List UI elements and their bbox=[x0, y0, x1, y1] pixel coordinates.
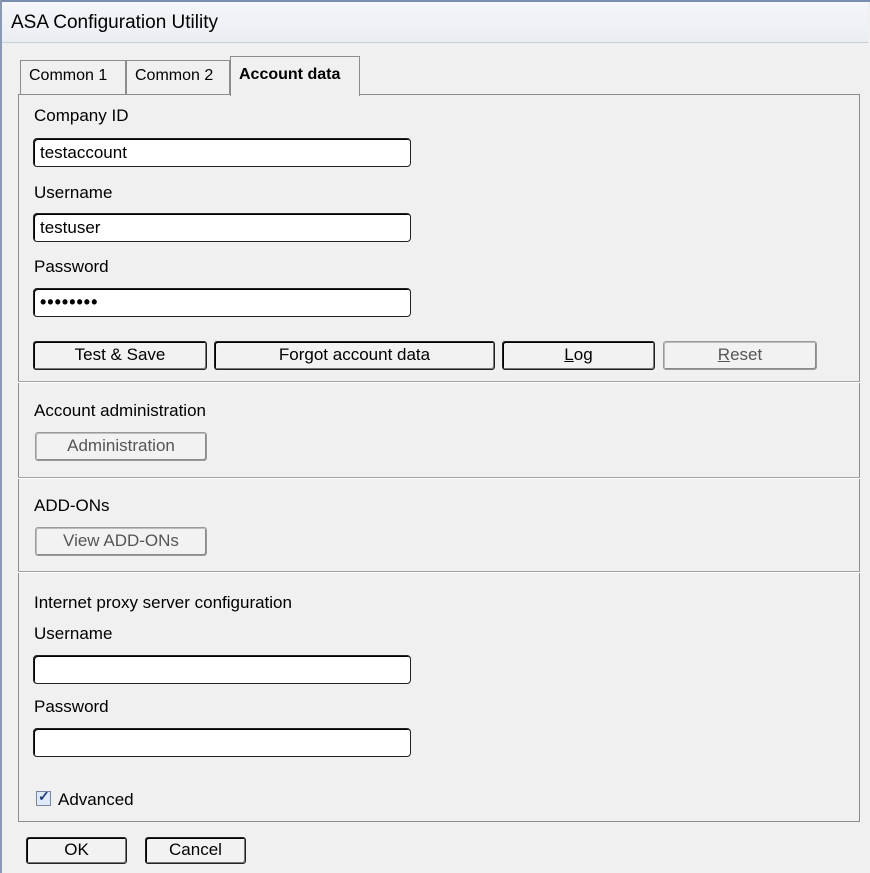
advanced-label[interactable]: Advanced bbox=[58, 790, 134, 810]
ok-button[interactable]: OK bbox=[26, 837, 127, 864]
checkmark-icon: ✓ bbox=[38, 788, 50, 804]
test-save-label: Test & Save bbox=[74, 345, 166, 364]
username-label: Username bbox=[34, 183, 113, 202]
company-id-value: testaccount bbox=[40, 143, 127, 162]
tab-common-1[interactable]: Common 1 bbox=[20, 60, 126, 94]
title-bar[interactable]: ASA Configuration Utility bbox=[2, 2, 868, 43]
reset-button[interactable]: Reset bbox=[663, 341, 817, 370]
username-field[interactable]: testuser bbox=[33, 213, 411, 242]
tab-common-2[interactable]: Common 2 bbox=[126, 60, 230, 94]
password-field[interactable]: •••••••• bbox=[33, 288, 411, 317]
tab-account-data-label: Account data bbox=[239, 66, 341, 83]
proxy-username-field[interactable] bbox=[33, 655, 411, 684]
separator-3 bbox=[18, 571, 860, 573]
window-title: ASA Configuration Utility bbox=[11, 12, 218, 33]
window-border-left bbox=[0, 0, 2, 873]
proxy-heading: Internet proxy server configuration bbox=[34, 593, 292, 612]
ok-label: OK bbox=[64, 840, 89, 859]
company-id-label: Company ID bbox=[34, 106, 129, 125]
administration-label: Administration bbox=[67, 436, 175, 455]
view-addons-label: View ADD-ONs bbox=[63, 531, 179, 550]
forgot-account-data-label: Forgot account data bbox=[278, 345, 431, 364]
test-save-button[interactable]: Test & Save bbox=[33, 341, 207, 370]
proxy-password-label: Password bbox=[34, 697, 109, 716]
addons-heading: ADD-ONs bbox=[34, 496, 110, 515]
username-value: testuser bbox=[40, 218, 101, 237]
forgot-account-data-button[interactable]: Forgot account data bbox=[214, 341, 495, 370]
proxy-username-label: Username bbox=[34, 624, 113, 643]
tab-common-1-label: Common 1 bbox=[29, 67, 108, 84]
tab-account-data[interactable]: Account data bbox=[230, 56, 360, 96]
separator-2 bbox=[18, 477, 860, 479]
log-button[interactable]: Log bbox=[502, 341, 655, 370]
cancel-button[interactable]: Cancel bbox=[145, 837, 246, 864]
password-value: •••••••• bbox=[40, 292, 99, 312]
company-id-field[interactable]: testaccount bbox=[33, 138, 411, 167]
separator-1 bbox=[18, 381, 860, 383]
reset-label: Reset bbox=[717, 345, 763, 364]
administration-button[interactable]: Administration bbox=[35, 432, 207, 461]
proxy-password-field[interactable] bbox=[33, 728, 411, 757]
password-label: Password bbox=[34, 257, 109, 276]
tab-common-2-label: Common 2 bbox=[135, 67, 214, 84]
log-label: Log bbox=[564, 345, 593, 364]
cancel-label: Cancel bbox=[169, 840, 222, 859]
advanced-checkbox[interactable]: ✓ bbox=[36, 788, 51, 806]
account-administration-heading: Account administration bbox=[34, 401, 206, 420]
view-addons-button[interactable]: View ADD-ONs bbox=[35, 527, 207, 556]
